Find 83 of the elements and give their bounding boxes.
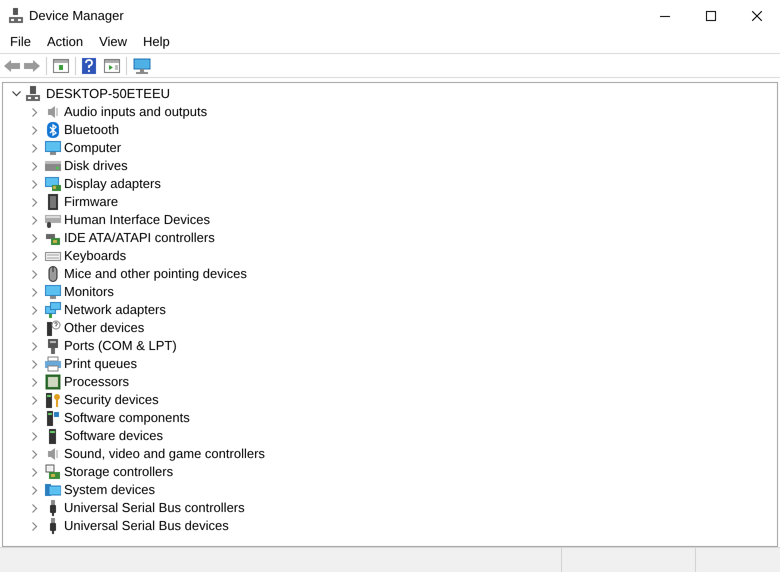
computer-network-icon [25, 86, 41, 102]
tower-puzzle-icon [45, 410, 61, 426]
console-tree-icon[interactable] [53, 58, 69, 72]
keyboard-mouse-icon [45, 212, 61, 228]
chevron-right-icon[interactable] [32, 270, 38, 278]
tree-item[interactable]: Software components [64, 408, 190, 428]
monitor-scan-icon[interactable] [133, 58, 151, 74]
chevron-right-icon[interactable] [32, 306, 38, 314]
chip-icon [45, 194, 61, 210]
close-icon [752, 11, 762, 21]
monitor-icon [45, 284, 61, 300]
chevron-right-icon[interactable] [32, 288, 38, 296]
menu-item[interactable]: File [2, 32, 39, 52]
chevron-right-icon[interactable] [32, 234, 38, 242]
tree-item[interactable]: DESKTOP-50ETEEU [46, 84, 170, 104]
tree-item[interactable]: Display adapters [64, 174, 161, 194]
menu-item[interactable]: View [91, 32, 136, 52]
tree-item[interactable]: Software devices [64, 426, 163, 446]
tree-item[interactable]: Print queues [64, 354, 137, 374]
bluetooth-icon [45, 122, 61, 138]
storage-card-icon [45, 464, 61, 480]
chevron-right-icon[interactable] [32, 216, 38, 224]
tree-item[interactable]: IDE ATA/ATAPI controllers [64, 228, 215, 248]
printer-icon [45, 356, 61, 372]
tree-item[interactable]: Bluetooth [64, 120, 119, 140]
tree-item[interactable]: System devices [64, 480, 156, 500]
computer-network-icon [9, 8, 23, 24]
tree-item[interactable]: Computer [64, 138, 122, 158]
chevron-right-icon[interactable] [32, 486, 38, 494]
chevron-right-icon[interactable] [32, 432, 38, 440]
monitor-icon [45, 140, 61, 156]
menu-item[interactable]: Help [135, 32, 178, 52]
tree-item[interactable]: Disk drives [64, 156, 128, 176]
back-arrow-icon[interactable] [4, 58, 20, 72]
tree-item[interactable]: Universal Serial Bus devices [64, 516, 229, 536]
forward-arrow-icon[interactable] [24, 58, 40, 72]
disk-drive-icon [45, 158, 61, 174]
speaker-icon [45, 104, 61, 120]
tree-item[interactable]: Network adapters [64, 300, 166, 320]
network-monitors-icon [45, 302, 61, 318]
properties-panel-icon[interactable] [104, 58, 120, 72]
tree-item[interactable]: Human Interface Devices [64, 210, 210, 230]
chevron-right-icon[interactable] [32, 324, 38, 332]
chevron-right-icon[interactable] [32, 162, 38, 170]
tree-item[interactable]: Audio inputs and outputs [64, 102, 208, 122]
tree-item[interactable]: Monitors [64, 282, 114, 302]
tree-item[interactable]: Storage controllers [64, 462, 174, 482]
monitor-card-icon [45, 176, 61, 192]
chevron-right-icon[interactable] [32, 396, 38, 404]
tree-item[interactable]: Sound, video and game controllers [64, 444, 265, 464]
chevron-right-icon[interactable] [32, 378, 38, 386]
tree-item[interactable]: Keyboards [64, 246, 126, 266]
window-title: Device Manager [29, 7, 124, 26]
tree-item[interactable]: Processors [64, 372, 130, 392]
tree-item[interactable]: Mice and other pointing devices [64, 264, 247, 284]
processor-icon [45, 374, 61, 390]
chevron-right-icon[interactable] [32, 126, 38, 134]
help-icon[interactable] [82, 58, 96, 74]
chevron-right-icon[interactable] [32, 504, 38, 512]
chevron-right-icon[interactable] [32, 144, 38, 152]
chevron-right-icon[interactable] [32, 360, 38, 368]
folder-monitor-icon [45, 482, 61, 498]
chevron-down-icon[interactable] [12, 91, 20, 97]
tree-item[interactable]: Firmware [64, 192, 118, 212]
chevron-right-icon[interactable] [32, 108, 38, 116]
chevron-right-icon[interactable] [32, 180, 38, 188]
maximize-icon [706, 11, 716, 21]
chevron-right-icon[interactable] [32, 342, 38, 350]
tree-item[interactable]: Other devices [64, 318, 144, 338]
speaker-icon [45, 446, 61, 462]
tree-item[interactable]: Universal Serial Bus controllers [64, 498, 245, 518]
chevron-right-icon[interactable] [32, 522, 38, 530]
tree-item[interactable]: Ports (COM & LPT) [64, 336, 177, 356]
chevron-right-icon[interactable] [32, 252, 38, 260]
device-question-icon [45, 320, 61, 336]
chevron-right-icon[interactable] [32, 198, 38, 206]
tower-key-icon [45, 392, 61, 408]
port-connector-icon [45, 338, 61, 354]
tree-item[interactable]: Security devices [64, 390, 159, 410]
menu-item[interactable]: Action [38, 32, 92, 52]
chevron-right-icon[interactable] [32, 414, 38, 422]
chevron-right-icon[interactable] [32, 468, 38, 476]
chevron-right-icon[interactable] [32, 450, 38, 458]
